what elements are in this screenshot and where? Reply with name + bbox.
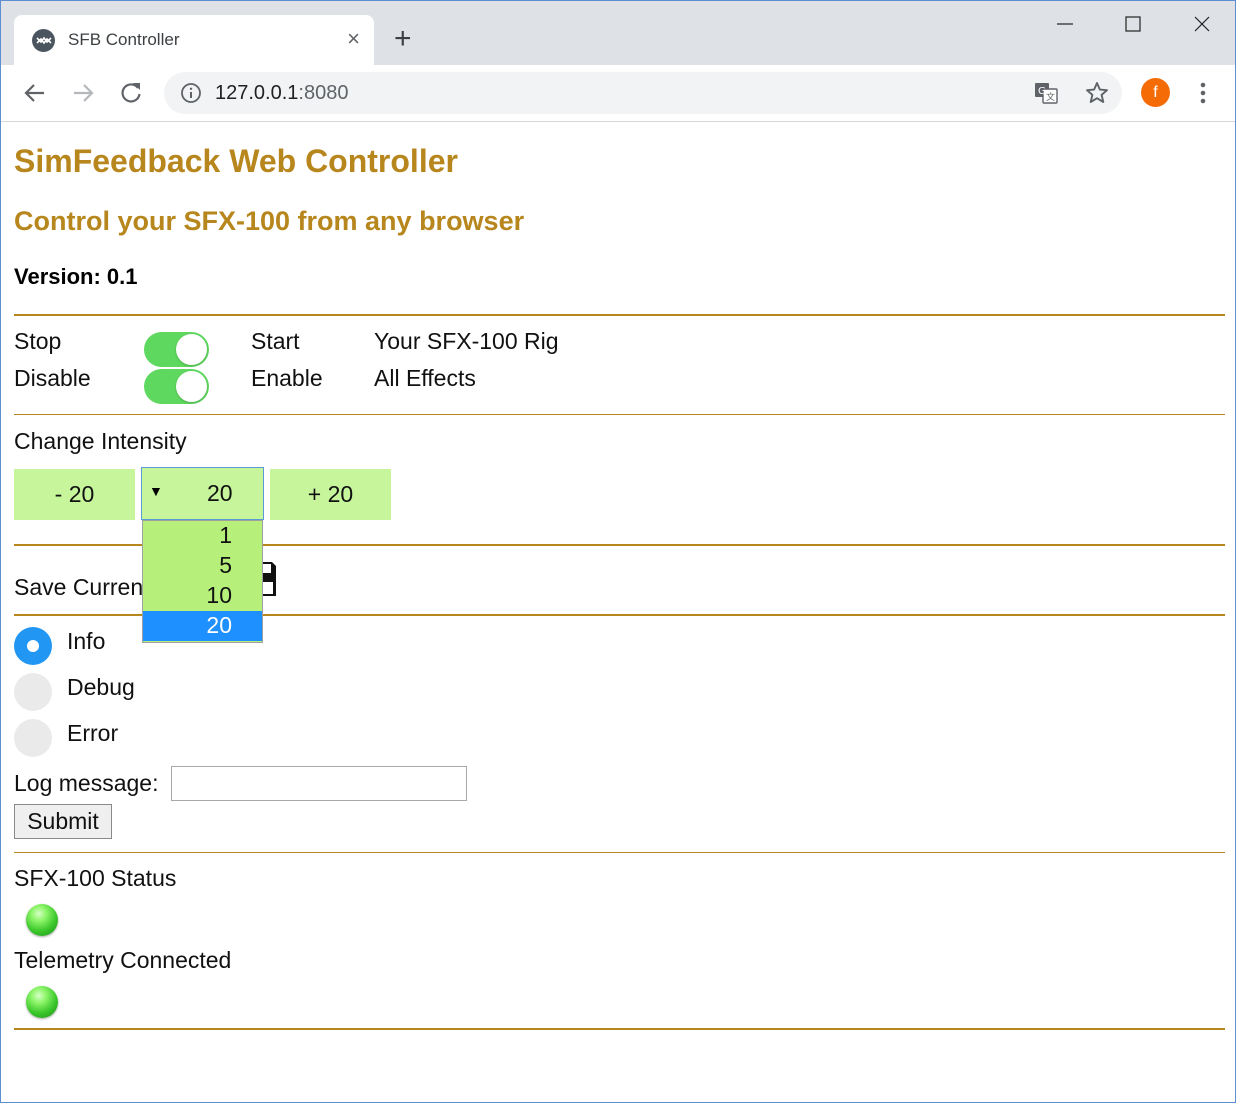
dropdown-option[interactable]: 10 [143, 581, 262, 611]
browser-menu-icon[interactable] [1193, 79, 1213, 107]
tab-title: SFB Controller [68, 30, 180, 49]
toggle-knob [176, 371, 207, 402]
info-icon[interactable] [180, 82, 202, 104]
toggle-knob [176, 334, 207, 365]
radio-debug[interactable] [14, 673, 52, 711]
intensity-step-select[interactable]: ▼ 20 [141, 467, 264, 520]
rig-toggle-switch[interactable] [144, 332, 209, 367]
tab-close-icon[interactable]: × [347, 27, 360, 51]
new-tab-button[interactable]: + [394, 24, 412, 54]
telemetry-status-led-icon [26, 986, 58, 1018]
radio-info-label: Info [67, 628, 106, 654]
page-subtitle: Control your SFX-100 from any browser [14, 206, 525, 236]
tab-strip: SFB Controller × + [1, 1, 1235, 65]
dropdown-option-selected[interactable]: 20 [143, 611, 262, 641]
svg-text:G: G [1038, 86, 1046, 97]
dropdown-option-label: 20 [206, 612, 232, 638]
radio-info[interactable] [14, 627, 52, 665]
svg-text:文: 文 [1046, 91, 1055, 103]
increase-intensity-button[interactable]: + 20 [270, 469, 391, 520]
intensity-heading: Change Intensity [14, 428, 187, 454]
sfx-status-led-icon [26, 904, 58, 936]
save-label: Save Curren [14, 574, 144, 600]
translate-icon[interactable]: G 文 [1034, 81, 1058, 105]
effects-target-label: All Effects [374, 365, 476, 391]
page-title: SimFeedback Web Controller [14, 143, 458, 179]
intensity-step-value: 20 [207, 480, 233, 506]
browser-toolbar: 127.0.0.1:8080 G 文 f [1, 65, 1235, 122]
divider [14, 1028, 1225, 1030]
dropdown-option-label: 10 [206, 582, 232, 608]
sfx-status-label: SFX-100 Status [14, 865, 177, 891]
dropdown-option-label: 1 [219, 522, 232, 548]
intensity-step-dropdown: 1 5 10 20 [142, 520, 263, 643]
telemetry-status-label: Telemetry Connected [14, 947, 232, 973]
dropdown-option[interactable]: 5 [143, 551, 262, 581]
log-message-input[interactable] [171, 766, 467, 801]
divider [14, 314, 1225, 316]
radio-error-label: Error [67, 720, 119, 746]
url-text: 127.0.0.1:8080 [215, 82, 348, 105]
back-icon[interactable] [21, 79, 49, 107]
stop-label: Stop [14, 328, 62, 354]
maximize-icon[interactable] [1118, 11, 1148, 41]
radio-debug-label: Debug [67, 674, 135, 700]
page-content: SimFeedback Web Controller Control your … [1, 122, 1235, 1102]
divider [14, 414, 1225, 415]
forward-icon[interactable] [69, 79, 97, 107]
minimize-icon[interactable] [1050, 11, 1080, 41]
log-message-label: Log message: [14, 770, 159, 796]
address-bar[interactable]: 127.0.0.1:8080 G 文 [164, 72, 1122, 114]
close-window-icon[interactable] [1187, 11, 1217, 41]
submit-button[interactable]: Submit [14, 804, 112, 839]
browser-window: SFB Controller × + 127.0.0.1:8080 G 文 f … [0, 0, 1236, 1103]
disable-label: Disable [14, 365, 91, 391]
profile-avatar[interactable]: f [1141, 78, 1170, 107]
radio-error[interactable] [14, 719, 52, 757]
decrease-intensity-button[interactable]: - 20 [14, 469, 135, 520]
dropdown-option-label: 5 [219, 552, 232, 578]
url-port: :8080 [298, 82, 349, 104]
effects-toggle-switch[interactable] [144, 369, 209, 404]
version-label: Version: 0.1 [14, 264, 138, 289]
rig-target-label: Your SFX-100 Rig [374, 328, 559, 354]
dropdown-arrow-icon: ▼ [149, 483, 163, 499]
bookmark-star-icon[interactable] [1084, 80, 1110, 106]
radio-dot [27, 640, 39, 652]
favicon-icon [32, 29, 55, 52]
dropdown-option[interactable]: 1 [143, 521, 262, 551]
browser-tab[interactable]: SFB Controller × [14, 15, 374, 65]
reload-icon[interactable] [117, 79, 145, 107]
enable-label: Enable [251, 365, 323, 391]
url-host: 127.0.0.1 [215, 82, 299, 104]
start-label: Start [251, 328, 300, 354]
divider [14, 852, 1225, 853]
